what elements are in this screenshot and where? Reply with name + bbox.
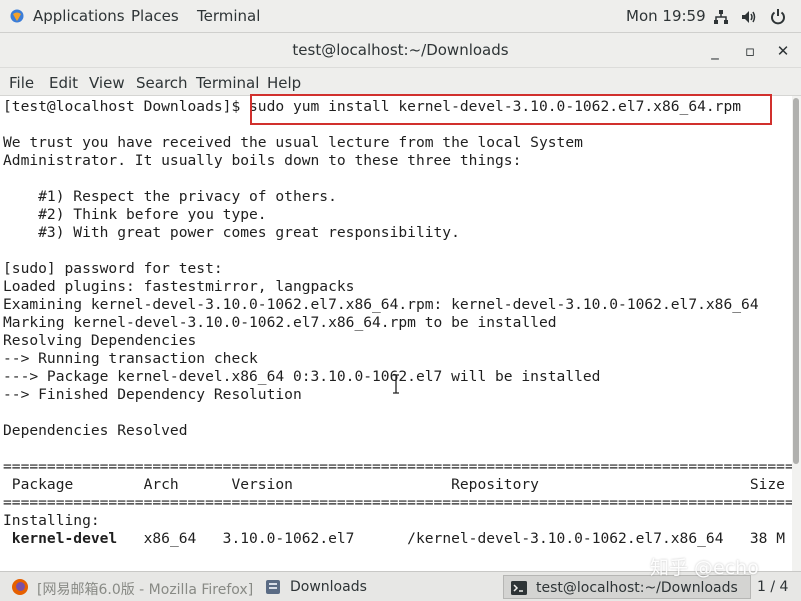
places-menu[interactable]: Places	[131, 7, 179, 25]
output-line: Installing:	[3, 512, 100, 529]
watermark-text: 知乎 @echo	[650, 557, 759, 579]
taskbar-item-downloads[interactable]: Downloads	[258, 575, 496, 599]
output-line: #2) Think before you type.	[3, 206, 267, 223]
taskbar-label: Downloads	[290, 579, 367, 595]
output-line: [sudo] password for test:	[3, 260, 223, 277]
output-line: Loaded plugins: fastestmirror, langpacks	[3, 278, 355, 295]
output-line: Administrator. It usually boils down to …	[3, 152, 522, 169]
package-details: x86_64 3.10.0-1062.el7 /kernel-devel-3.1…	[117, 530, 785, 547]
network-icon[interactable]	[713, 9, 729, 25]
terminal-output[interactable]: [test@localhost Downloads]$ sudo yum ins…	[0, 96, 792, 571]
menu-view[interactable]: View	[89, 74, 125, 92]
maximize-button[interactable]: ▫	[740, 41, 760, 61]
firefox-icon	[12, 579, 28, 595]
menu-file[interactable]: File	[9, 74, 34, 92]
output-line: --> Running transaction check	[3, 350, 258, 367]
menu-help[interactable]: Help	[267, 74, 301, 92]
output-line: #1) Respect the privacy of others.	[3, 188, 337, 205]
terminal-icon	[511, 581, 527, 595]
separator-line: ========================================…	[3, 458, 792, 475]
menu-bar: File Edit View Search Terminal Help	[0, 68, 801, 96]
window-title-bar: test@localhost:~/Downloads _ ▫ ✕	[0, 33, 801, 68]
shell-prompt: [test@localhost Downloads]$	[3, 98, 250, 115]
minimize-button[interactable]: _	[705, 41, 725, 61]
applications-menu[interactable]: Applications	[33, 7, 125, 25]
scrollbar-thumb[interactable]	[793, 98, 799, 464]
window-title: test@localhost:~/Downloads	[292, 41, 509, 59]
close-button[interactable]: ✕	[773, 41, 793, 61]
menu-edit[interactable]: Edit	[49, 74, 78, 92]
output-line: Examining kernel-devel-3.10.0-1062.el7.x…	[3, 296, 759, 313]
output-line: Marking kernel-devel-3.10.0-1062.el7.x86…	[3, 314, 557, 331]
output-line: ---> Package kernel-devel.x86_64 0:3.10.…	[3, 368, 601, 385]
taskbar-label: test@localhost:~/Downloads	[536, 580, 738, 596]
output-line: --> Finished Dependency Resolution	[3, 386, 302, 403]
taskbar-item-firefox[interactable]: [网易邮箱6.0版 - Mozilla Firefox]	[5, 575, 253, 599]
workspace-indicator[interactable]: 1 / 4	[757, 579, 788, 595]
file-manager-icon	[266, 580, 280, 594]
applications-icon[interactable]	[10, 9, 24, 23]
output-line: #3) With great power comes great respons…	[3, 224, 460, 241]
terminal-app-menu[interactable]: Terminal	[197, 7, 260, 25]
power-icon[interactable]	[770, 8, 786, 25]
package-name: kernel-devel	[3, 530, 118, 547]
separator-line: ========================================…	[3, 494, 792, 511]
menu-search[interactable]: Search	[136, 74, 188, 92]
text-cursor-icon	[393, 374, 399, 394]
table-header: Package Arch Version Repository Size	[3, 476, 785, 493]
output-line: Resolving Dependencies	[3, 332, 197, 349]
output-line: We trust you have received the usual lec…	[3, 134, 583, 151]
output-line: Dependencies Resolved	[3, 422, 188, 439]
menu-terminal[interactable]: Terminal	[196, 74, 259, 92]
taskbar-label: [网易邮箱6.0版 - Mozilla Firefox]	[37, 582, 254, 598]
gnome-top-bar: Applications Places Terminal Mon 19:59	[0, 0, 801, 33]
table-row: kernel-devel x86_64 3.10.0-1062.el7 /ker…	[3, 530, 785, 548]
clock[interactable]: Mon 19:59	[626, 7, 706, 25]
command-highlight-box	[250, 94, 772, 125]
volume-icon[interactable]	[741, 9, 757, 25]
